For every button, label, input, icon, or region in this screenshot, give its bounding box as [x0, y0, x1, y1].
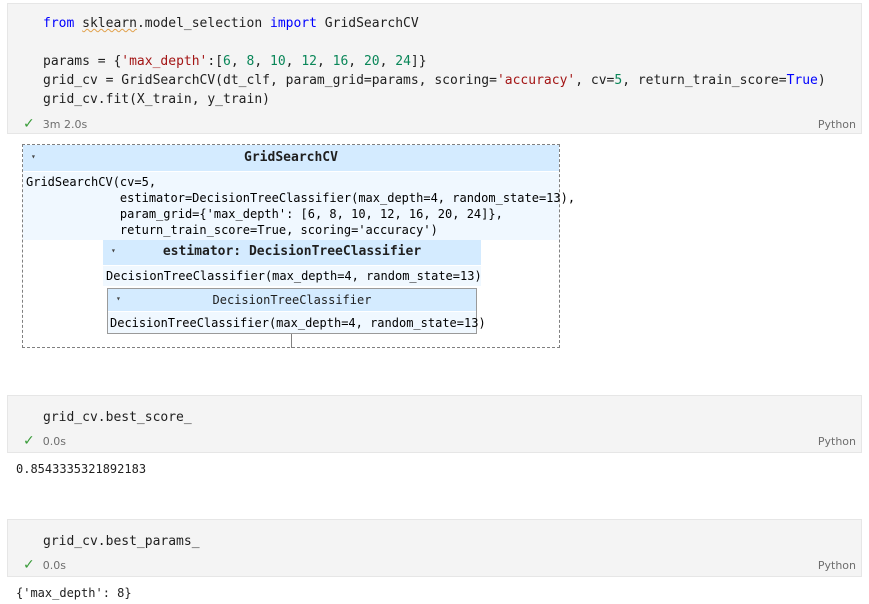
- connector-line: [291, 334, 292, 348]
- cell-output-2: {'max_depth': 8}: [16, 586, 132, 600]
- language-label[interactable]: Python: [818, 118, 856, 131]
- language-label[interactable]: Python: [818, 559, 856, 572]
- checkmark-icon: ✓: [23, 557, 35, 573]
- exec-time: 0.0s: [42, 558, 66, 572]
- code-editor[interactable]: grid_cv.best_score_: [43, 408, 192, 427]
- estimator-header[interactable]: ▾ estimator: DecisionTreeClassifier: [103, 240, 481, 265]
- estimator-repr: DecisionTreeClassifier(max_depth=4, rand…: [103, 266, 482, 286]
- cell-status: ✓ 0.0s: [23, 558, 66, 572]
- exec-time: 0.0s: [42, 434, 66, 448]
- code-cell-1[interactable]: from sklearn.model_selection import Grid…: [7, 3, 862, 134]
- cell-status: ✓ 3m 2.0s: [23, 117, 87, 131]
- gridsearchcv-header[interactable]: ▾ GridSearchCV: [23, 145, 559, 171]
- code-line-5: grid_cv.fit(X_train, y_train): [43, 92, 270, 107]
- cell-output-1: 0.8543335321892183: [16, 462, 147, 476]
- cell-status: ✓ 0.0s: [23, 434, 66, 448]
- code-line-4: grid_cv = GridSearchCV(dt_clf, param_gri…: [43, 73, 826, 88]
- decisiontree-header[interactable]: ▾ DecisionTreeClassifier: [108, 289, 476, 311]
- checkmark-icon: ✓: [23, 116, 35, 132]
- estimator-title: estimator: DecisionTreeClassifier: [162, 244, 422, 259]
- estimator-display: ▾ GridSearchCV GridSearchCV(cv=5, estima…: [22, 144, 575, 348]
- gridsearchcv-repr: GridSearchCV(cv=5, estimator=DecisionTre…: [23, 172, 575, 240]
- decisiontree-box: ▾ DecisionTreeClassifier DecisionTreeCla…: [107, 288, 486, 334]
- decisiontree-title: DecisionTreeClassifier: [212, 293, 372, 307]
- code-line-3: params = {'max_depth':[6, 8, 10, 12, 16,…: [43, 54, 427, 69]
- code-editor[interactable]: from sklearn.model_selection import Grid…: [43, 14, 826, 109]
- code-cell-3[interactable]: grid_cv.best_params_ ✓ 0.0s Python: [7, 519, 862, 577]
- gridsearchcv-title: GridSearchCV: [244, 150, 338, 165]
- checkmark-icon: ✓: [23, 433, 35, 449]
- code-cell-2[interactable]: grid_cv.best_score_ ✓ 0.0s Python: [7, 395, 862, 453]
- code-line-1: from sklearn.model_selection import Grid…: [43, 16, 419, 31]
- exec-time: 3m 2.0s: [42, 117, 88, 131]
- language-label[interactable]: Python: [818, 435, 856, 448]
- decisiontree-repr: DecisionTreeClassifier(max_depth=4, rand…: [108, 312, 486, 333]
- code-editor[interactable]: grid_cv.best_params_: [43, 532, 200, 551]
